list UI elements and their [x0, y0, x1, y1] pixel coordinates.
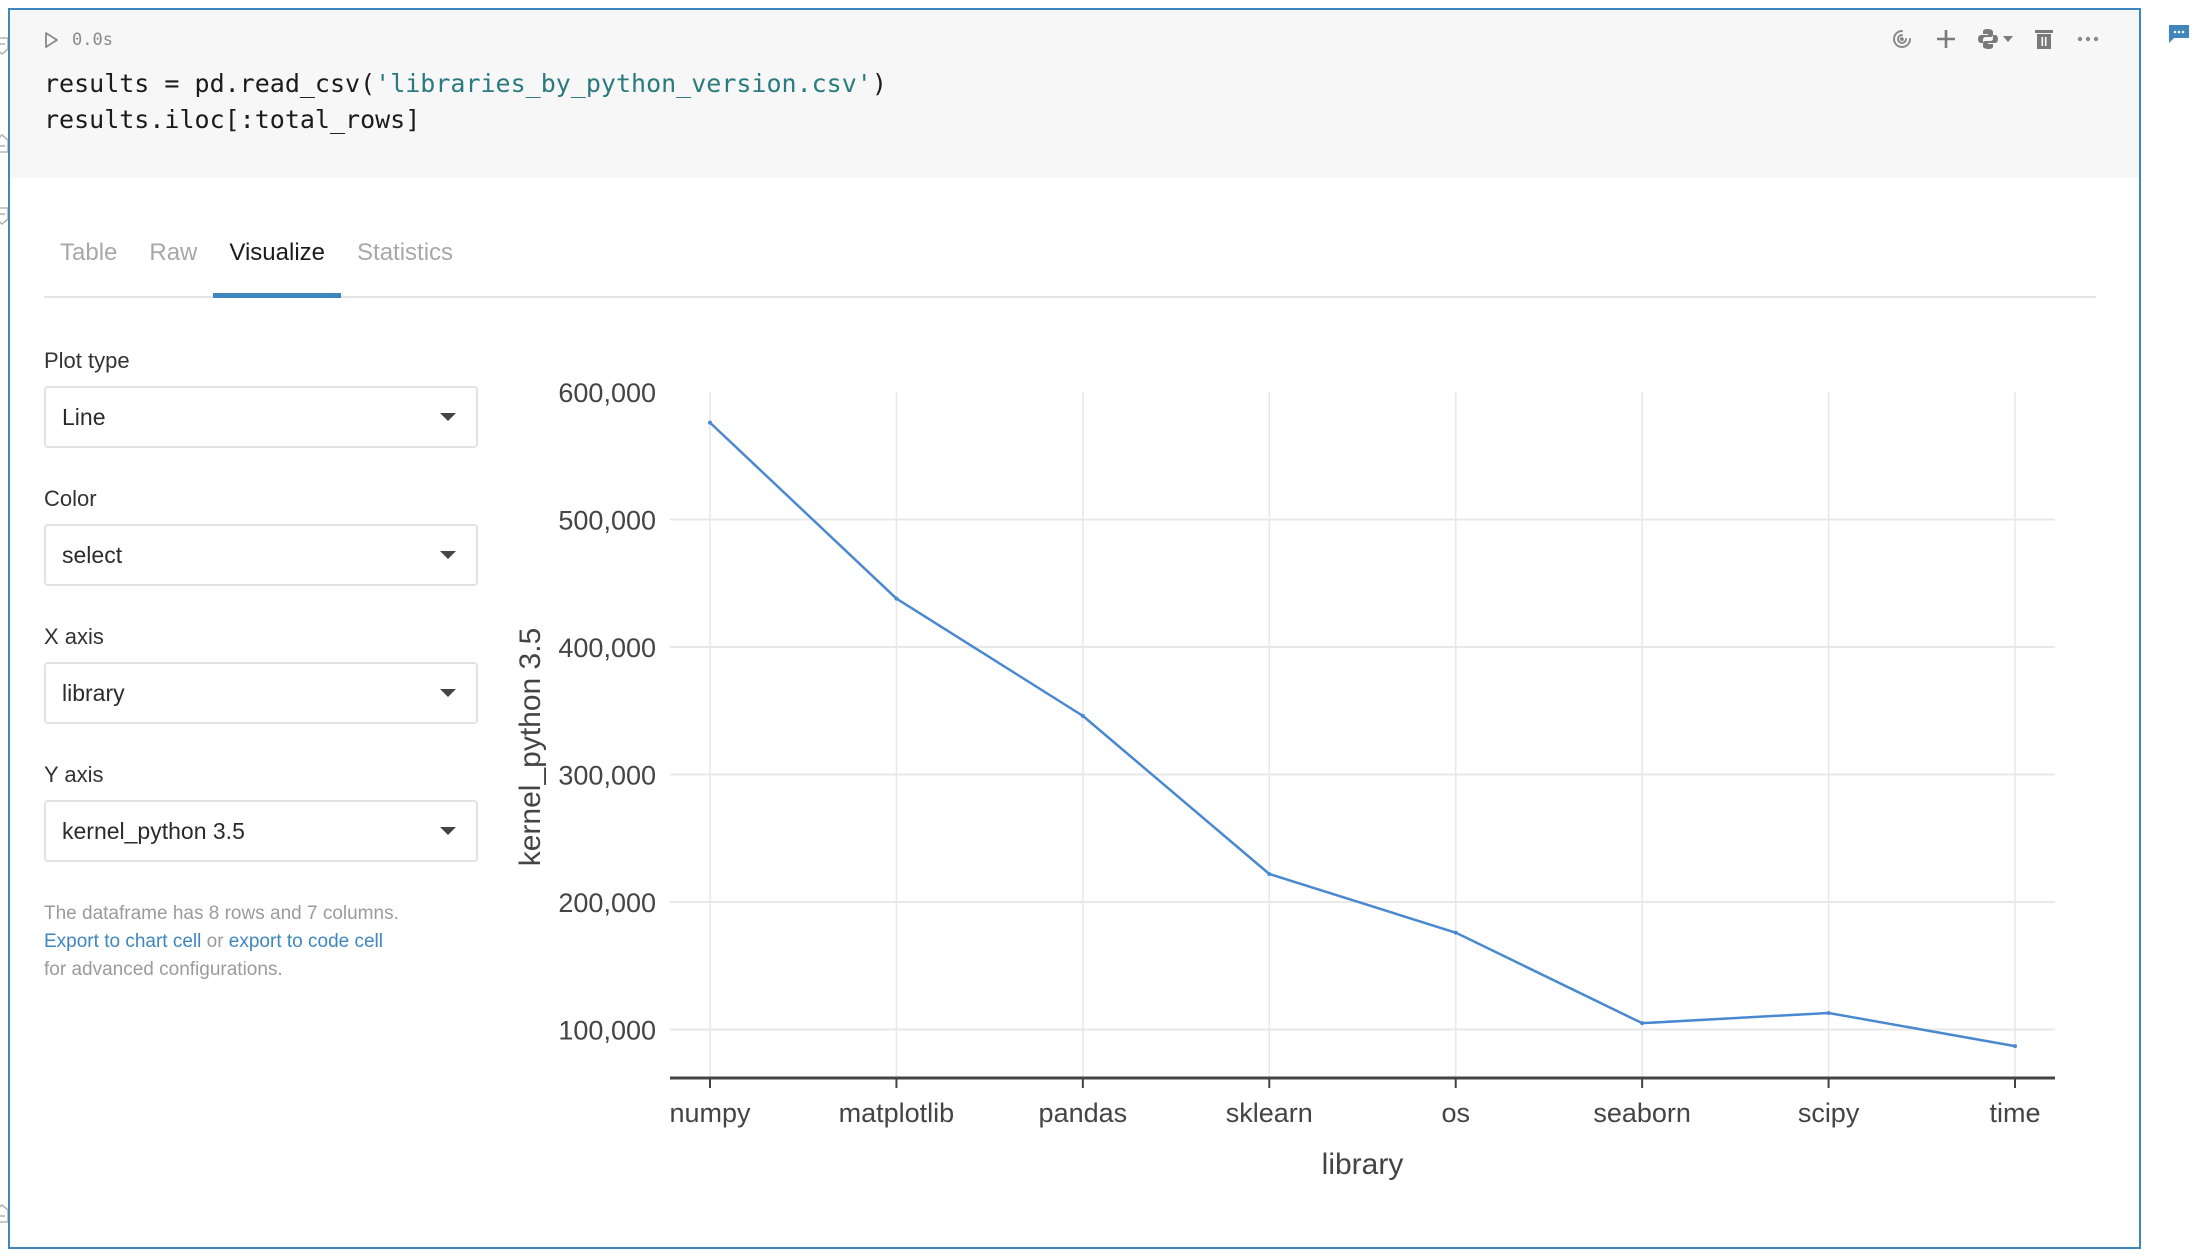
tab-raw[interactable]: Raw: [133, 236, 213, 296]
x-axis-value: library: [62, 679, 125, 706]
code-line: results.iloc[:total_rows]: [44, 105, 421, 134]
y-tick-label: 200,000: [558, 888, 656, 918]
y-axis-value: kernel_python 3.5: [62, 817, 245, 844]
caret-down-icon: [440, 689, 456, 697]
execution-time: 0.0s: [72, 30, 113, 50]
color-select[interactable]: select: [44, 524, 478, 586]
data-point: [1640, 1021, 1645, 1026]
y-tick-label: 400,000: [558, 633, 656, 663]
data-point: [1267, 871, 1272, 876]
y-tick-label: 600,000: [558, 378, 656, 408]
y-axis-select[interactable]: kernel_python 3.5: [44, 800, 478, 862]
python-icon: [1978, 29, 1998, 49]
visualize-controls: Plot type Line Color select X axis libra…: [44, 348, 478, 984]
caret-down-icon: [440, 551, 456, 559]
data-point: [894, 596, 899, 601]
tab-table[interactable]: Table: [44, 236, 133, 296]
x-tick-label: numpy: [669, 1098, 751, 1128]
plot-type-value: Line: [62, 403, 106, 430]
trash-icon: [2035, 30, 2053, 49]
data-point: [1826, 1010, 1831, 1015]
add-icon: [1937, 30, 1955, 48]
y-tick-label: 300,000: [558, 761, 656, 791]
caret-down-icon: [440, 413, 456, 421]
more-icon: [2077, 36, 2099, 42]
plot-type-label: Plot type: [44, 348, 130, 373]
export-to-code-cell-link[interactable]: export to code cell: [229, 931, 383, 952]
ai-assistant-icon: [1893, 30, 1911, 48]
export-to-chart-cell-link[interactable]: Export to chart cell: [44, 931, 201, 952]
more-options-button[interactable]: [2075, 26, 2101, 52]
tab-visualize[interactable]: Visualize: [213, 236, 341, 298]
color-value: select: [62, 541, 123, 568]
x-tick-label: os: [1441, 1098, 1470, 1128]
code-line: results = pd.read_csv('libraries_by_pyth…: [44, 69, 887, 98]
x-tick-label: time: [1989, 1098, 2040, 1128]
comment-icon[interactable]: [2168, 24, 2190, 44]
ai-assistant-button[interactable]: [1889, 26, 1915, 52]
x-axis-label: X axis: [44, 624, 104, 649]
dataframe-note: The dataframe has 8 rows and 7 columns. …: [44, 900, 478, 984]
x-tick-label: sklearn: [1226, 1098, 1313, 1128]
x-tick-label: pandas: [1039, 1098, 1128, 1128]
output-tabs: Table Raw Visualize Statistics: [44, 236, 2096, 298]
cell-toolbar: [1889, 26, 2101, 52]
chevron-down-icon: [2003, 36, 2013, 42]
code-editor[interactable]: 0.0s results = pd.read_csv('libraries_by…: [10, 10, 2139, 178]
delete-cell-button[interactable]: [2031, 26, 2057, 52]
data-point: [708, 420, 712, 425]
y-tick-label: 500,000: [558, 506, 656, 536]
data-point: [1080, 713, 1085, 718]
x-tick-label: seaborn: [1593, 1098, 1691, 1128]
kernel-language-dropdown[interactable]: [1977, 28, 2013, 50]
color-label: Color: [44, 486, 97, 511]
data-point: [2013, 1044, 2017, 1049]
x-axis-select[interactable]: library: [44, 662, 478, 724]
y-tick-label: 100,000: [558, 1016, 656, 1046]
x-axis-title: library: [1322, 1148, 1404, 1181]
add-cell-button[interactable]: [1933, 26, 1959, 52]
data-point: [1453, 930, 1458, 935]
tab-statistics[interactable]: Statistics: [341, 236, 469, 296]
notebook-cell[interactable]: 0.0s results = pd.read_csv('libraries_by…: [8, 8, 2141, 1249]
y-axis-title: kernel_python 3.5: [514, 628, 547, 867]
line-chart: 100,000 200,000 300,000 400,000 500,000 600,0…: [514, 378, 2055, 1181]
run-icon[interactable]: [42, 31, 60, 49]
caret-down-icon: [440, 827, 456, 835]
x-tick-label: matplotlib: [839, 1098, 955, 1128]
y-axis-label: Y axis: [44, 762, 104, 787]
plot-type-select[interactable]: Line: [44, 386, 478, 448]
code-content[interactable]: results = pd.read_csv('libraries_by_pyth…: [44, 66, 887, 138]
dataframe-summary: The dataframe has 8 rows and 7 columns.: [44, 903, 399, 924]
x-tick-label: scipy: [1798, 1098, 1860, 1128]
series-line: [709, 421, 2016, 1048]
